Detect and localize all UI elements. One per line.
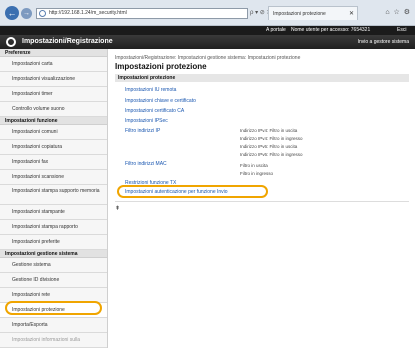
sidebar-item-system-management[interactable]: Gestione sistema (0, 258, 107, 273)
link-ip-address-filter[interactable]: Filtro indirizzi IP (125, 128, 160, 134)
system-manager-link[interactable]: Invio a gestore sistema (358, 38, 409, 46)
sidebar-item-copy[interactable]: Impostazioni copiatura (0, 140, 107, 155)
logout-link[interactable]: Esci (397, 26, 406, 35)
portal-link[interactable]: A portale (266, 26, 286, 35)
header-title: Impostazioni/Registrazione (22, 38, 113, 45)
address-url: http://192.168.1.24/m_security.html (49, 10, 127, 16)
ip-filter-detail: Indirizzo IPv4: Filtro in ingresso (240, 136, 303, 141)
highlight-sidebar-security (5, 301, 102, 315)
link-mac-address-filter[interactable]: Filtro indirizzi MAC (125, 161, 167, 167)
sidebar-item-volume[interactable]: Controllo volume suono (0, 102, 107, 117)
sidebar-heading-functions: Impostazioni funzione (0, 117, 107, 125)
sidebar-item-printer[interactable]: Impostazioni stampante (0, 205, 107, 220)
ip-filter-detail: Indirizzo IPv6: Filtro in ingresso (240, 152, 303, 157)
browser-toolbar-icons[interactable]: ⌂ ☆ ⚙ (385, 8, 411, 16)
mac-filter-detail: Filtro in ingresso (240, 171, 274, 176)
settings-gear-icon (6, 37, 16, 47)
tab-title: Impostazioni protezione (273, 11, 326, 17)
sidebar-item-scan[interactable]: Impostazioni scansione (0, 170, 107, 185)
sidebar-heading-preferences: Preferenze (0, 49, 107, 57)
sidebar-item-import-export[interactable]: Importa/Esporta (0, 318, 107, 333)
browser-chrome: ← → http://192.168.1.24/m_security.html … (0, 0, 415, 26)
page-header: Impostazioni/Registrazione Invio a gesto… (0, 35, 415, 49)
ip-filter-detail: Indirizzo IPv4: Filtro in uscita (240, 128, 298, 133)
link-remote-ui-settings[interactable]: Impostazioni IU remota (125, 87, 176, 93)
highlight-send-authentication (117, 185, 268, 198)
top-bar: A portale Nome utente per accesso: 76543… (0, 26, 415, 35)
section-title: Impostazioni protezione (115, 74, 409, 82)
sidebar-item-timer[interactable]: Impostazioni timer (0, 87, 107, 102)
link-ca-certificate-settings[interactable]: Impostazioni certificato CA (125, 108, 184, 114)
tab-close-icon[interactable]: ✕ (349, 7, 354, 20)
browser-tab[interactable]: Impostazioni protezione ✕ (268, 6, 358, 20)
breadcrumb: Impostazioni/Registrazione: Impostazioni… (115, 55, 301, 61)
ip-filter-detail: Indirizzo IPv6: Filtro in uscita (240, 144, 298, 149)
back-to-top-icon[interactable]: ⇞ (115, 205, 120, 212)
sidebar-item-display[interactable]: Impostazioni visualizzazione (0, 72, 107, 87)
content-divider (115, 201, 409, 202)
back-arrow-icon[interactable]: ← (5, 6, 19, 20)
login-user-name: Nome utente per accesso: 7654321 (291, 27, 371, 33)
sidebar-heading-system: Impostazioni gestione sistema (0, 250, 107, 258)
globe-icon (39, 10, 46, 17)
main-content: Impostazioni/Registrazione: Impostazioni… (109, 49, 415, 348)
page-title: Impostazioni protezione (115, 62, 207, 71)
sidebar-item-report-print[interactable]: Impostazioni stampa rapporto (0, 220, 107, 235)
sidebar-item-memory-media-print[interactable]: Impostazioni stampa supporto memoria (0, 185, 107, 205)
sidebar-item-paper[interactable]: Impostazioni carta (0, 57, 107, 72)
sidebar-item-info[interactable]: Impostazioni informazioni sulla (0, 333, 107, 348)
link-key-certificate-settings[interactable]: Impostazioni chiave e certificato (125, 98, 196, 104)
sidebar-item-common[interactable]: Impostazioni comuni (0, 125, 107, 140)
sidebar-item-fax[interactable]: Impostazioni fax (0, 155, 107, 170)
link-ipsec-settings[interactable]: Impostazioni IPSec (125, 118, 168, 124)
address-bar[interactable]: http://192.168.1.24/m_security.html (36, 8, 248, 19)
forward-arrow-icon[interactable]: → (21, 8, 32, 19)
sidebar-item-department-id[interactable]: Gestione ID divisione (0, 273, 107, 288)
sidebar-item-favorites[interactable]: Impostazioni preferite (0, 235, 107, 250)
mac-filter-detail: Filtro in uscita (240, 163, 268, 168)
